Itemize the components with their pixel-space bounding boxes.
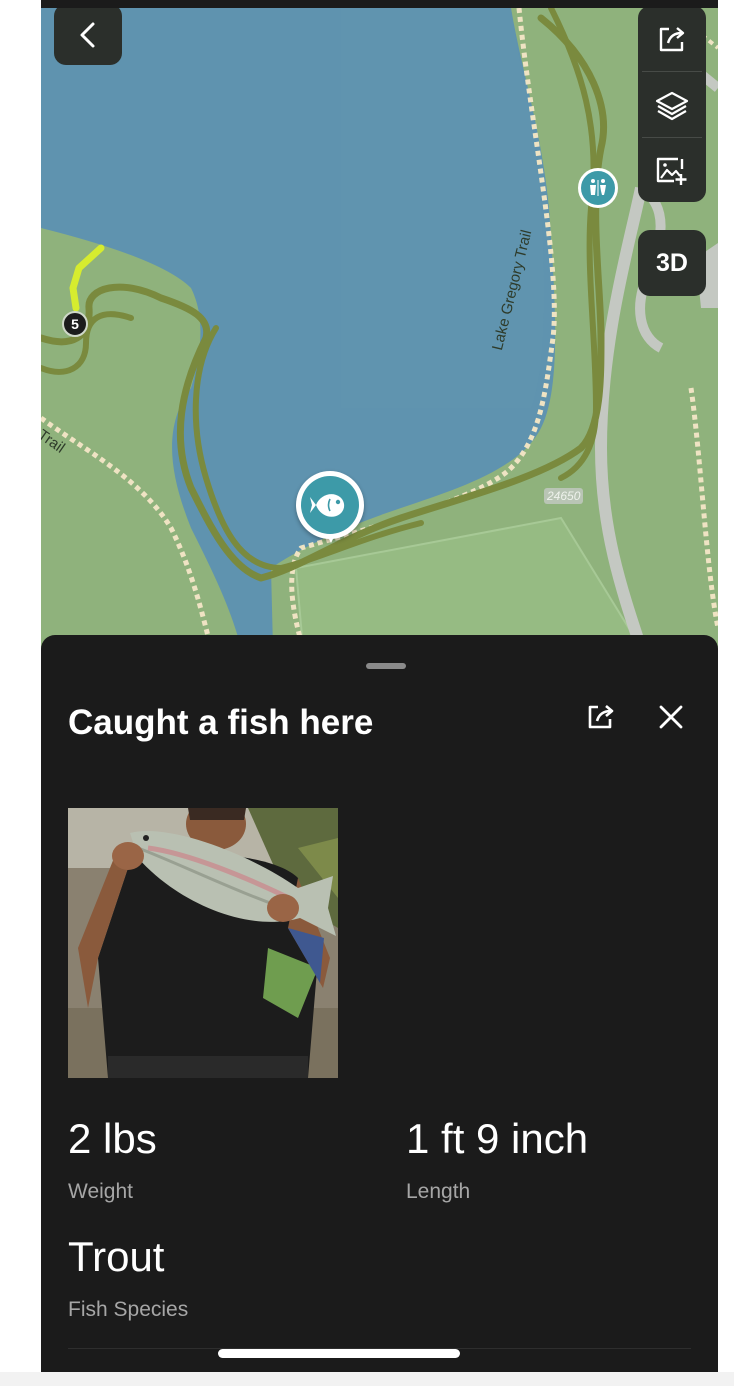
- sheet-grabber[interactable]: [366, 663, 406, 669]
- fish-icon: [310, 494, 345, 517]
- weight-value: 2 lbs: [68, 1115, 157, 1162]
- length-value: 1 ft 9 inch: [406, 1115, 589, 1162]
- close-button[interactable]: [651, 697, 691, 737]
- add-photo-button[interactable]: [638, 138, 706, 203]
- catch-photo[interactable]: [68, 798, 338, 1078]
- restroom-icon: [590, 179, 606, 196]
- back-button[interactable]: [54, 8, 122, 65]
- close-icon: [659, 705, 683, 729]
- waypoint-marker[interactable]: 5: [62, 311, 88, 337]
- sheet-title: Caught a fish here: [68, 703, 374, 742]
- share-icon: [659, 26, 685, 51]
- map-canvas[interactable]: [41, 8, 718, 668]
- bottom-edge: [0, 1372, 734, 1386]
- species-label: Fish Species: [68, 1298, 189, 1321]
- road-number-label: 24650: [544, 488, 584, 504]
- home-indicator[interactable]: [218, 1349, 460, 1358]
- app-screen: 5 Lake Gregory Trail Trail 24650 3D Caug…: [41, 0, 718, 1372]
- length-label: Length: [406, 1180, 471, 1203]
- restroom-poi[interactable]: [578, 168, 618, 208]
- fish-catch-marker[interactable]: [296, 471, 364, 551]
- add-photo-icon: [656, 157, 687, 185]
- map-view[interactable]: 5 Lake Gregory Trail Trail 24650 3D: [41, 8, 718, 668]
- weight-label: Weight: [68, 1180, 133, 1203]
- catch-photo-image: [68, 798, 338, 1078]
- species-value: Trout: [68, 1233, 165, 1280]
- 3d-label: 3D: [656, 248, 688, 277]
- 3d-toggle-button[interactable]: 3D: [638, 230, 706, 296]
- share-catch-button[interactable]: [581, 697, 621, 737]
- share-map-button[interactable]: [638, 8, 706, 71]
- share-icon: [588, 705, 614, 729]
- map-toolbar: [638, 8, 706, 202]
- catch-detail-sheet: Caught a fish here 2 lbs Weight 1 ft 9 i…: [41, 635, 718, 1372]
- waypoint-number: 5: [71, 316, 79, 332]
- chevron-left-icon: [80, 22, 95, 47]
- layers-icon: [655, 91, 689, 120]
- layers-button[interactable]: [638, 72, 706, 137]
